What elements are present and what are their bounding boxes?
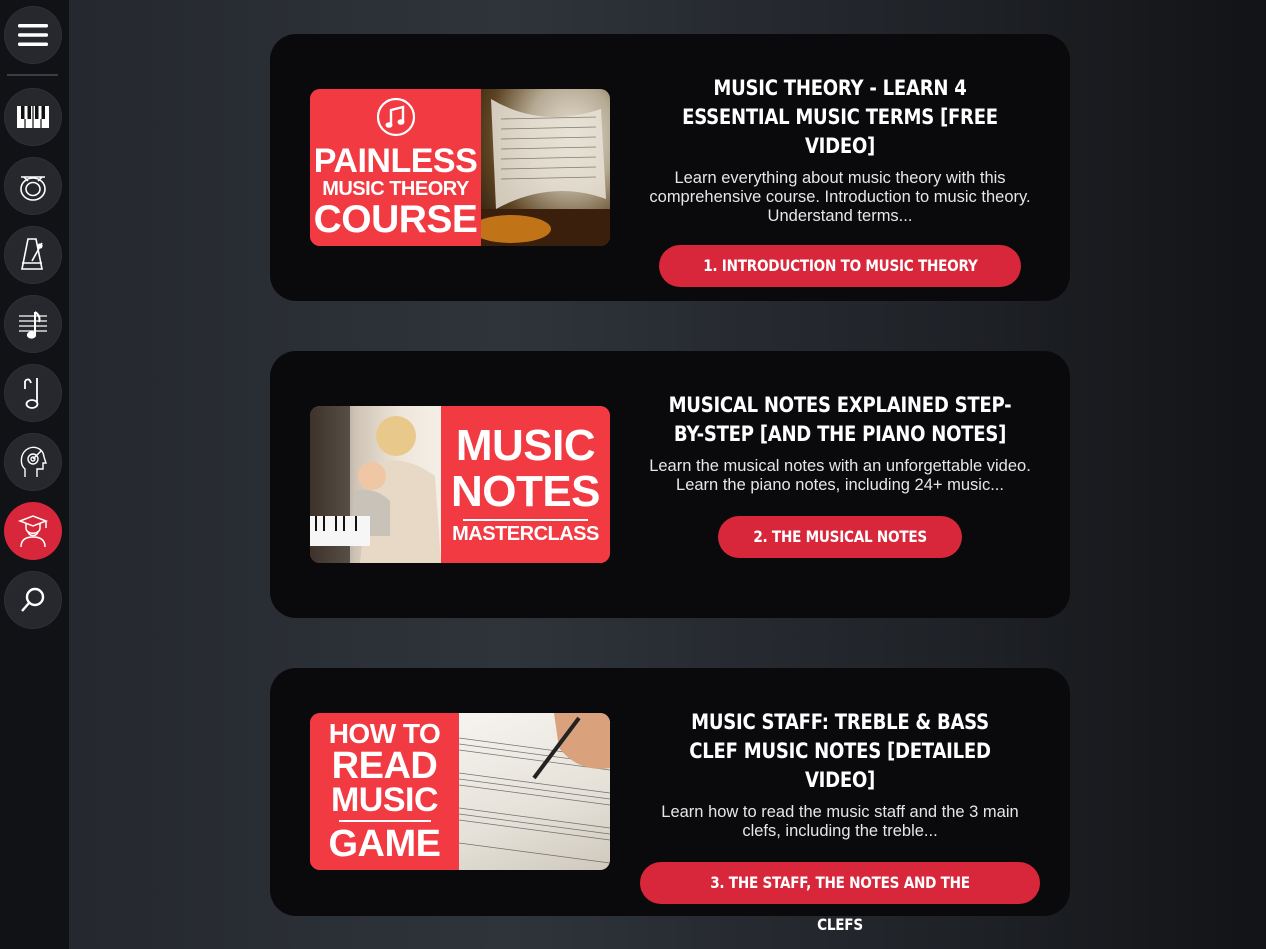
thumbnail-line: PAINLESS [313, 142, 478, 181]
sidebar-item-ear-training[interactable] [4, 433, 62, 491]
menu-icon [18, 24, 48, 46]
thumbnail-rule [338, 819, 431, 822]
sidebar-item-metronome[interactable] [4, 226, 62, 284]
thumbnail-line: READ [331, 744, 438, 787]
staff-note-icon [19, 311, 47, 339]
card-title[interactable]: Music Staff: Treble & Bass Clef Music No… [668, 708, 1012, 795]
course-button[interactable]: 1. Introduction to Music Theory [658, 245, 1022, 287]
thumbnail-line: MUSIC [455, 421, 596, 471]
thumbnail-line: MASTERCLASS [452, 522, 599, 545]
piano-lesson-photo [310, 406, 441, 563]
card-content: Music Theory - Learn 4 Essential Music T… [640, 74, 1040, 287]
thumbnail-title-panel: PAINLESS MUSIC THEORY COURSE [310, 89, 481, 246]
course-card: MUSIC NOTES MASTERCLASS Musical Notes Ex… [270, 351, 1070, 618]
thumbnail-title-panel: MUSIC NOTES MASTERCLASS [441, 406, 610, 563]
course-card: PAINLESS MUSIC THEORY COURSE Music Theor… [270, 34, 1070, 301]
thumbnail-line: NOTES [450, 467, 601, 516]
thumbnail-rule [463, 518, 588, 521]
sidebar-item-staff[interactable] [4, 295, 62, 353]
course-thumbnail[interactable]: HOW TO READ MUSIC GAME [310, 713, 610, 870]
thumbnail-line: MUSIC THEORY [322, 177, 469, 200]
course-thumbnail[interactable]: PAINLESS MUSIC THEORY COURSE [310, 89, 610, 246]
thumbnail-title-panel: HOW TO READ MUSIC GAME [310, 713, 459, 870]
course-button[interactable]: 3. The Staff, the Notes and the Clefs [640, 862, 1040, 934]
music-note-circle-icon [376, 98, 415, 137]
menu-button[interactable] [4, 6, 62, 64]
course-button-label: 2. The Musical Notes [753, 527, 927, 546]
sheet-music-photo [481, 89, 610, 246]
thumbnail-line: HOW TO [328, 717, 441, 749]
sidebar-item-courses[interactable] [4, 502, 62, 560]
card-description: Learn the musical notes with an unforget… [649, 457, 1031, 494]
piano-keys-icon [17, 106, 49, 128]
card-title[interactable]: Music Theory - Learn 4 Essential Music T… [668, 74, 1012, 161]
sidebar [0, 0, 69, 949]
card-description: Learn how to read the music staff and th… [661, 803, 1019, 840]
card-content: Music Staff: Treble & Bass Clef Music No… [640, 708, 1040, 934]
ear-training-icon [20, 446, 47, 477]
course-button-label: 3. The Staff, the Notes and the Clefs [710, 873, 970, 934]
thumbnail-line: COURSE [313, 197, 478, 241]
sheet-music-photo [459, 713, 610, 870]
drum-icon [20, 176, 46, 201]
course-button-label: 1. Introduction to Music Theory [702, 256, 978, 275]
search-button[interactable] [4, 571, 62, 629]
card-description: Learn everything about music theory with… [649, 169, 1031, 225]
course-button[interactable]: 2. The Musical Notes [717, 516, 963, 558]
course-thumbnail[interactable]: MUSIC NOTES MASTERCLASS [310, 406, 610, 563]
search-icon [21, 587, 45, 612]
sidebar-item-notes[interactable] [4, 364, 62, 422]
sidebar-item-drums[interactable] [4, 157, 62, 215]
sidebar-item-piano[interactable] [4, 88, 62, 146]
metronome-icon [21, 238, 43, 270]
thumbnail-line: MUSIC [330, 780, 439, 819]
card-title[interactable]: Musical Notes Explained Step-by-Step [An… [668, 391, 1012, 449]
sidebar-divider [7, 74, 58, 76]
course-card: HOW TO READ MUSIC GAME Music Staff: Treb… [270, 668, 1070, 934]
thumbnail-line: GAME [328, 822, 442, 865]
card-content: Musical Notes Explained Step-by-Step [An… [640, 391, 1040, 558]
graduate-icon [17, 515, 49, 548]
music-note-icon [24, 378, 39, 409]
